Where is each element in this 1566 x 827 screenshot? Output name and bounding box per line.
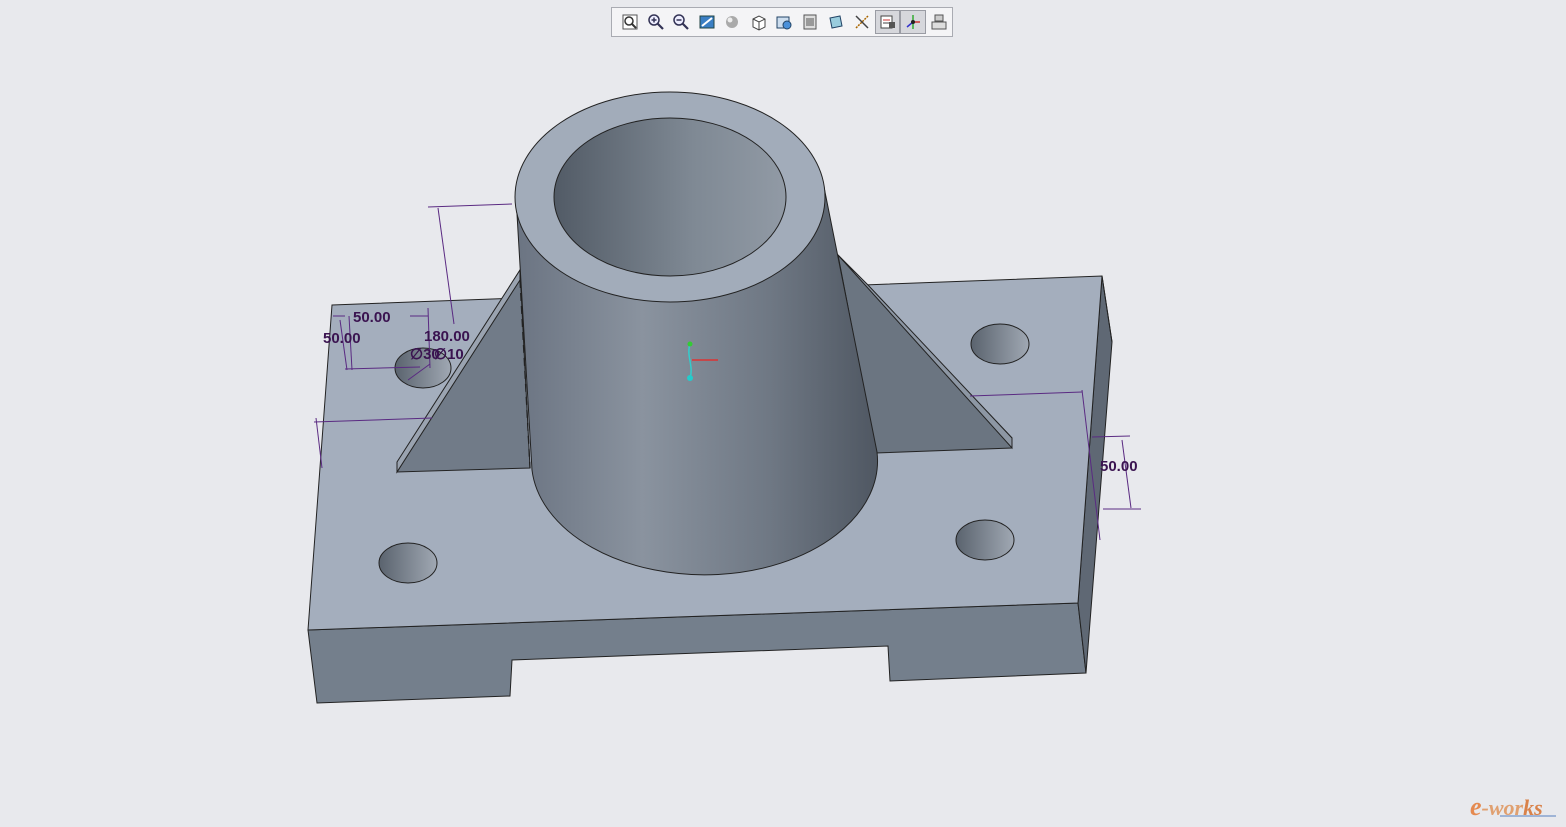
dimension-overlap-diameter[interactable]: ∅10 [434, 346, 464, 363]
boss-bore[interactable] [553, 117, 787, 277]
dimension-top-left-horizontal[interactable]: 50.00 [353, 309, 391, 326]
hole[interactable] [955, 519, 1015, 561]
dimension-right-side[interactable]: 50.00 [1100, 458, 1138, 475]
logo-underline [1500, 815, 1556, 817]
hole[interactable] [378, 542, 438, 584]
dimension-height[interactable]: 180.00 [424, 328, 470, 345]
model-viewport[interactable]: 50.00 50.00 180.00 ∅30 ∅10 50.00 [0, 0, 1566, 827]
eworks-logo: e-works [1470, 792, 1543, 821]
hole[interactable] [970, 323, 1030, 365]
dimension-top-left-vertical[interactable]: 50.00 [323, 330, 361, 347]
